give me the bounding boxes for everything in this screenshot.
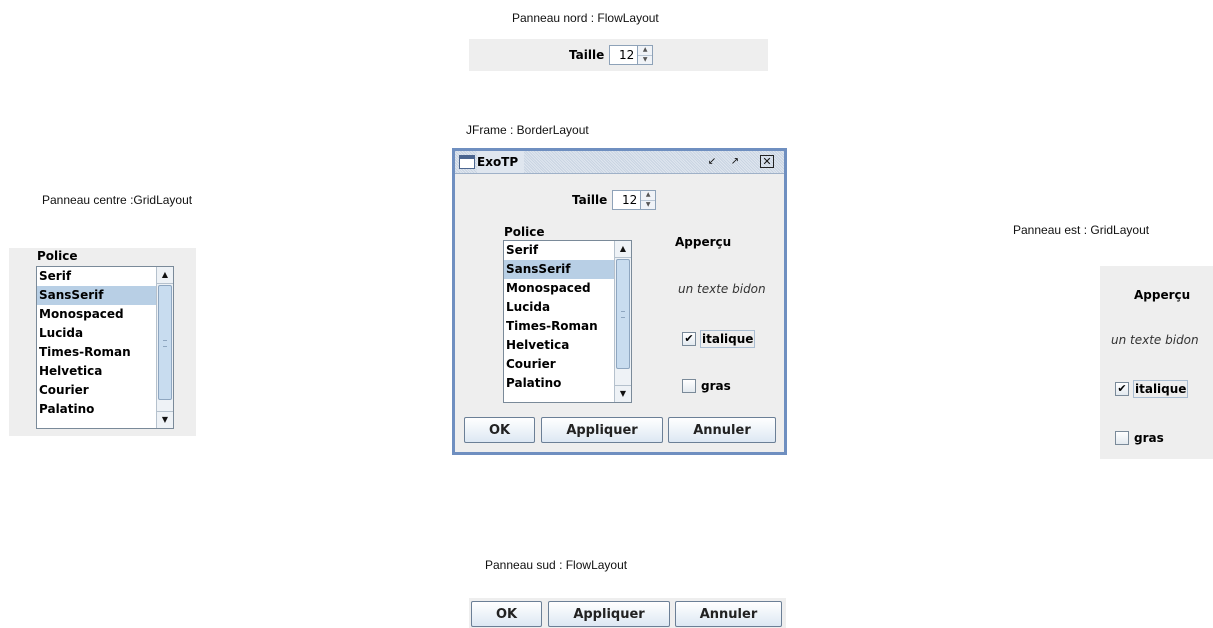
list-item[interactable]: Times-Roman	[504, 317, 614, 336]
cancel-button[interactable]: Annuler	[675, 601, 782, 627]
list-item[interactable]: Courier	[504, 355, 614, 374]
scroll-up-icon[interactable]: ▲	[615, 241, 631, 258]
frame-font-list-label: Police	[504, 225, 545, 239]
scroll-down-icon[interactable]: ▼	[157, 411, 173, 428]
font-list-label: Police	[37, 249, 78, 263]
maximize-icon[interactable]: ↗	[728, 155, 742, 168]
list-item[interactable]: Palatino	[37, 400, 156, 419]
caption-centre: Panneau centre :GridLayout	[42, 193, 193, 207]
ok-button[interactable]: OK	[471, 601, 542, 627]
frame-italic-label: italique	[700, 330, 756, 348]
exotp-window: ExoTP ↙ ↗ ✕ Taille 12 ▲ ▼ Police Serif S…	[452, 148, 787, 455]
frame-size-label: Taille	[572, 193, 608, 207]
check-icon: ✔	[682, 332, 696, 346]
list-item[interactable]: Lucida	[37, 324, 156, 343]
south-panel: OK Appliquer Annuler	[469, 598, 786, 628]
bold-label: gras	[1134, 431, 1164, 445]
list-scrollbar[interactable]: ▲ ▼	[156, 267, 173, 428]
frame-italic-checkbox[interactable]: ✔ italique	[682, 329, 756, 349]
list-item[interactable]: Serif	[37, 267, 156, 286]
title-bar[interactable]: ExoTP ↙ ↗ ✕	[455, 151, 784, 174]
window-icon	[459, 155, 475, 169]
check-icon: ✔	[1115, 382, 1129, 396]
size-value[interactable]: 12	[610, 46, 637, 64]
bold-checkbox[interactable]: gras	[1115, 428, 1165, 448]
list-item[interactable]: Palatino	[504, 374, 614, 393]
minimize-icon[interactable]: ↙	[705, 155, 719, 168]
caption-jframe: JFrame : BorderLayout	[466, 123, 589, 137]
window-title: ExoTP	[477, 151, 525, 173]
scroll-thumb[interactable]	[158, 285, 172, 400]
spinner-up-icon[interactable]: ▲	[638, 46, 652, 55]
frame-ok-button[interactable]: OK	[464, 417, 535, 443]
spinner-down-icon[interactable]: ▼	[638, 54, 653, 65]
list-item[interactable]: Lucida	[504, 298, 614, 317]
frame-preview-sample: un texte bidon	[678, 282, 766, 296]
frame-bold-label: gras	[701, 379, 731, 393]
east-panel: Apperçu un texte bidon ✔ italique gras	[1100, 266, 1213, 459]
apply-button[interactable]: Appliquer	[548, 601, 670, 627]
frame-bold-checkbox[interactable]: gras	[682, 376, 732, 396]
list-item[interactable]: Monospaced	[504, 279, 614, 298]
italic-label: italique	[1133, 380, 1189, 398]
close-icon[interactable]: ✕	[760, 155, 774, 168]
frame-size-spinner[interactable]: Taille 12 ▲ ▼	[572, 190, 657, 210]
caption-sud: Panneau sud : FlowLayout	[485, 558, 628, 572]
font-list[interactable]: Serif SansSerif Monospaced Lucida Times-…	[36, 266, 174, 429]
frame-font-list[interactable]: Serif SansSerif Monospaced Lucida Times-…	[503, 240, 632, 403]
list-item-selected[interactable]: SansSerif	[37, 286, 156, 305]
caption-nord: Panneau nord : FlowLayout	[512, 11, 659, 25]
list-item[interactable]: Times-Roman	[37, 343, 156, 362]
frame-cancel-button[interactable]: Annuler	[668, 417, 776, 443]
list-item[interactable]: Helvetica	[504, 336, 614, 355]
list-item[interactable]: Helvetica	[37, 362, 156, 381]
spinner-up-icon[interactable]: ▲	[641, 191, 655, 200]
frame-apply-button[interactable]: Appliquer	[541, 417, 663, 443]
preview-title: Apperçu	[1134, 288, 1191, 302]
north-panel: Taille 12 ▲ ▼	[469, 39, 768, 71]
list-item[interactable]: Courier	[37, 381, 156, 400]
scroll-thumb[interactable]	[616, 259, 630, 369]
frame-preview-title: Apperçu	[675, 235, 732, 249]
list-item[interactable]: Serif	[504, 241, 614, 260]
italic-checkbox[interactable]: ✔ italique	[1115, 379, 1189, 399]
preview-sample: un texte bidon	[1111, 333, 1199, 347]
scroll-down-icon[interactable]: ▼	[615, 385, 631, 402]
caption-est: Panneau est : GridLayout	[1013, 223, 1150, 237]
list-item-selected[interactable]: SansSerif	[504, 260, 614, 279]
size-spinner[interactable]: Taille 12 ▲ ▼	[569, 45, 654, 65]
frame-size-value[interactable]: 12	[613, 191, 640, 209]
spinner-down-icon[interactable]: ▼	[641, 199, 656, 210]
size-label: Taille	[569, 48, 605, 62]
center-panel: Police Serif SansSerif Monospaced Lucida…	[9, 248, 196, 436]
scroll-up-icon[interactable]: ▲	[157, 267, 173, 284]
list-scrollbar[interactable]: ▲ ▼	[614, 241, 631, 402]
list-item[interactable]: Monospaced	[37, 305, 156, 324]
